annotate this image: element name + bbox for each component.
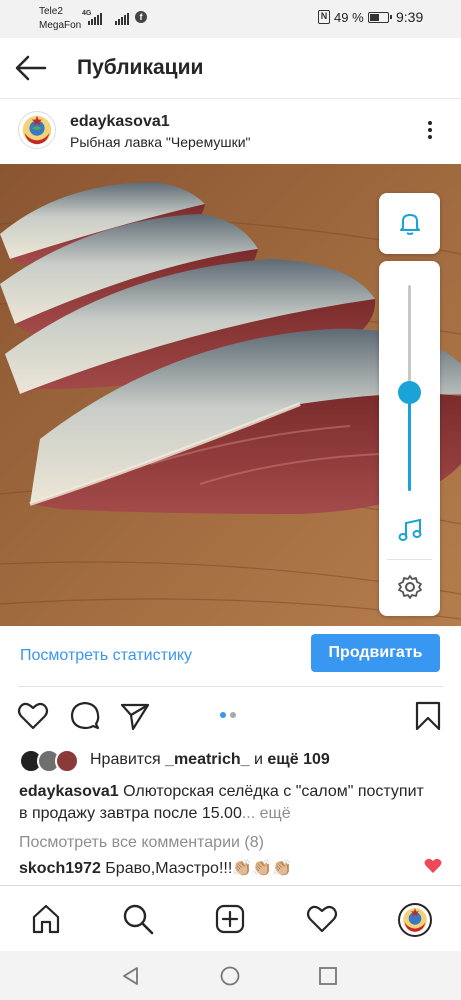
battery-icon xyxy=(368,12,392,23)
signal-2-icon xyxy=(115,13,129,25)
promote-button[interactable]: Продвигать xyxy=(311,634,440,672)
volume-divider xyxy=(387,559,432,560)
clock: 9:39 xyxy=(396,9,424,25)
music-note-icon[interactable] xyxy=(396,517,424,545)
post-username[interactable]: edaykasova1 xyxy=(70,113,170,131)
nfc-icon: N xyxy=(318,10,330,24)
page-title: Публикации xyxy=(77,56,204,79)
activity-heart-icon[interactable] xyxy=(306,903,338,935)
liker-avatar xyxy=(55,749,79,773)
caption-username[interactable]: edaykasova1 xyxy=(19,783,119,800)
volume-slider-thumb[interactable] xyxy=(398,381,421,404)
post-caption: edaykasova1 Олюторская селёдка с "салом"… xyxy=(19,781,429,825)
bottom-navigation xyxy=(0,885,461,951)
search-icon[interactable] xyxy=(122,903,154,935)
carousel-dot xyxy=(220,712,226,718)
app-header: Публикации xyxy=(0,38,461,99)
paper-plane-icon[interactable] xyxy=(119,700,151,732)
recents-square-icon[interactable] xyxy=(317,965,339,987)
comment-text: Браво,Маэстро!!!👏🏼👏🏼👏🏼 xyxy=(100,860,293,877)
divider xyxy=(18,686,443,687)
home-circle-icon[interactable] xyxy=(219,965,241,987)
battery-percent: 49 % xyxy=(334,10,364,25)
facebook-notification-icon: f xyxy=(135,11,147,23)
arrow-left-icon[interactable] xyxy=(12,52,48,84)
volume-panel xyxy=(379,261,440,616)
home-icon[interactable] xyxy=(30,903,62,935)
likes-user[interactable]: _meatrich_ xyxy=(165,751,250,768)
comment-heart-icon[interactable] xyxy=(424,858,442,874)
gear-icon[interactable] xyxy=(396,573,424,601)
emblem-icon xyxy=(22,115,52,145)
plus-square-icon[interactable] xyxy=(214,903,246,935)
likes-prefix: Нравится xyxy=(90,751,166,768)
status-bar: Tele2 MegaFon 4G f N 49 % 9:39 xyxy=(0,0,461,38)
comment-username[interactable]: skoch1972 xyxy=(19,860,101,877)
user-avatar[interactable] xyxy=(18,111,56,149)
post-location[interactable]: Рыбная лавка "Черемушки" xyxy=(70,134,251,150)
signal-icon xyxy=(88,13,102,25)
view-all-comments-link[interactable]: Посмотреть все комментарии (8) xyxy=(19,834,264,852)
likes-summary[interactable]: Нравится _meatrich_ и ещё 109 xyxy=(90,751,330,769)
vertical-dots-icon[interactable] xyxy=(418,118,442,148)
back-triangle-icon[interactable] xyxy=(120,965,142,987)
carrier-2-label: MegaFon xyxy=(39,20,82,31)
volume-slider-fill xyxy=(408,392,411,491)
caption-more-link[interactable]: ... ещё xyxy=(242,805,291,822)
bookmark-icon[interactable] xyxy=(412,700,444,732)
likes-middle: и xyxy=(249,751,268,768)
post-header: edaykasova1 Рыбная лавка "Черемушки" xyxy=(0,100,461,164)
heart-icon[interactable] xyxy=(17,700,49,732)
profile-avatar[interactable] xyxy=(398,903,432,937)
view-insights-link[interactable]: Посмотреть статистику xyxy=(20,647,192,665)
system-navigation-bar xyxy=(0,951,461,1000)
bell-icon xyxy=(400,214,420,235)
carrier-1-label: Tele2 xyxy=(39,6,63,17)
carousel-dot xyxy=(230,712,236,718)
emblem-icon xyxy=(403,908,427,932)
speech-bubble-icon[interactable] xyxy=(69,700,101,732)
carousel-indicator xyxy=(220,712,236,718)
volume-ringtone-button[interactable] xyxy=(379,193,440,254)
likes-count[interactable]: ещё 109 xyxy=(267,751,329,768)
comment-item: skoch1972 Браво,Маэстро!!!👏🏼👏🏼👏🏼 xyxy=(19,858,292,878)
likers-avatars[interactable] xyxy=(19,749,81,773)
